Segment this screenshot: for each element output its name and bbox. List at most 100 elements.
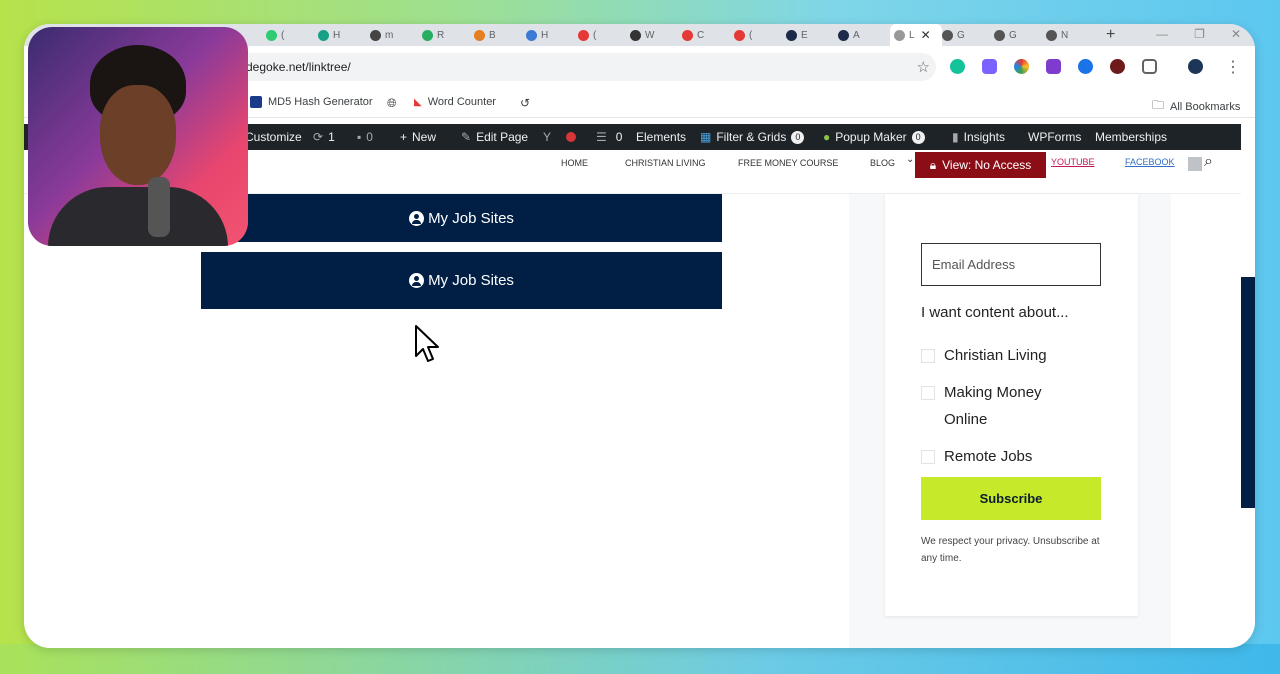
- my-job-sites-button-2[interactable]: My Job Sites: [201, 252, 722, 309]
- option-christian-living[interactable]: Christian Living: [921, 346, 1047, 369]
- nav-blog[interactable]: BLOG: [870, 158, 895, 168]
- extension-s-icon[interactable]: [1046, 59, 1061, 74]
- browser-tab[interactable]: (: [578, 26, 630, 44]
- window-controls: — ❐ ✕: [1156, 27, 1241, 41]
- tab-title: E: [801, 29, 808, 41]
- email-field[interactable]: [921, 243, 1101, 286]
- browser-tab[interactable]: W: [630, 26, 682, 44]
- admin-popup-maker[interactable]: ● Popup Maker 0: [823, 130, 925, 144]
- minimize-icon[interactable]: —: [1156, 27, 1168, 41]
- admin-updates[interactable]: ⟳ 1: [313, 130, 335, 144]
- bookmark-globe[interactable]: 🌐︎: [387, 96, 397, 111]
- tab-favicon-icon: [526, 29, 537, 41]
- tab-title: H: [541, 29, 549, 41]
- admin-new[interactable]: + New: [400, 130, 436, 144]
- nav-free-money-course[interactable]: FREE MONEY COURSE: [738, 158, 838, 168]
- webcam-person-face: [100, 85, 176, 185]
- side-panel-edge: [1241, 277, 1255, 508]
- history-icon: ↺: [520, 96, 531, 110]
- all-bookmarks[interactable]: 🗀︎ All Bookmarks: [1152, 96, 1240, 117]
- option-making-money-online[interactable]: Making Money Online: [921, 383, 1042, 433]
- bookmark-md5[interactable]: MD5 Hash Generator: [250, 96, 373, 108]
- browser-tab[interactable]: E: [786, 26, 838, 44]
- browser-menu-icon[interactable]: ⋮: [1225, 57, 1241, 77]
- new-tab-button[interactable]: +: [1106, 26, 1115, 44]
- mouse-cursor-icon: [415, 325, 439, 362]
- checkbox[interactable]: [921, 450, 935, 464]
- tab-title: W: [645, 29, 655, 41]
- checkbox[interactable]: [921, 349, 935, 363]
- admin-filter-grids[interactable]: ▦ Filter & Grids 0: [700, 130, 805, 144]
- extensions-puzzle-icon[interactable]: [1142, 59, 1157, 74]
- tab-title: (: [749, 29, 753, 41]
- grammarly-icon[interactable]: [950, 59, 965, 74]
- admin-elements[interactable]: Elements: [636, 130, 686, 144]
- browser-tab[interactable]: m: [370, 26, 422, 44]
- browser-tab[interactable]: B: [474, 26, 526, 44]
- tab-favicon-icon: [630, 29, 641, 41]
- browser-tab[interactable]: A: [838, 26, 890, 44]
- browser-tab[interactable]: H: [526, 26, 578, 44]
- option-remote-jobs[interactable]: Remote Jobs: [921, 447, 1032, 470]
- nav-youtube[interactable]: YOUTUBE: [1051, 157, 1095, 167]
- nav-home[interactable]: HOME: [561, 158, 588, 168]
- tab-title: N: [1061, 29, 1069, 41]
- admin-elements-count[interactable]: ☰ 0: [596, 130, 622, 144]
- user-circle-icon: [409, 210, 425, 226]
- tab-title: (: [593, 29, 597, 41]
- md5-icon: [250, 96, 262, 108]
- browser-tab[interactable]: L ✕: [890, 24, 942, 46]
- color-picker-icon[interactable]: [1014, 59, 1029, 74]
- close-tab-icon[interactable]: ✕: [921, 28, 931, 42]
- maximize-icon[interactable]: ❐: [1194, 27, 1205, 41]
- admin-memberships[interactable]: Memberships: [1095, 130, 1167, 144]
- chevron-down-icon[interactable]: ⌄: [906, 154, 914, 165]
- popup-maker-icon: ●: [823, 130, 831, 144]
- admin-wpforms[interactable]: WPForms: [1028, 130, 1081, 144]
- yoast-icon: Y: [543, 130, 552, 144]
- bookmark-star-icon[interactable]: ☆: [917, 58, 930, 76]
- updates-icon: ⟳: [313, 130, 324, 144]
- tab-title: G: [1009, 29, 1017, 41]
- browser-tab[interactable]: (: [734, 26, 786, 44]
- tab-favicon-icon: [1046, 29, 1057, 41]
- user-avatar: [1188, 157, 1202, 171]
- browser-tab[interactable]: H: [318, 26, 370, 44]
- browser-tab[interactable]: N: [1046, 26, 1098, 44]
- search-icon[interactable]: ⌕: [1204, 153, 1213, 171]
- browser-tab[interactable]: R: [422, 26, 474, 44]
- user-circle-icon: [409, 273, 425, 288]
- extension-q-icon[interactable]: [1078, 59, 1093, 74]
- view-no-access-button[interactable]: 🔒︎ View: No Access: [915, 152, 1046, 178]
- extension-icons: [950, 59, 1203, 74]
- my-job-sites-button-1[interactable]: My Job Sites: [201, 194, 722, 242]
- browser-tab[interactable]: G: [994, 26, 1046, 44]
- tab-title: L: [909, 29, 915, 41]
- tab-favicon-icon: [422, 29, 433, 41]
- admin-insights[interactable]: ▮ Insights: [952, 130, 1005, 144]
- tab-favicon-icon: [786, 29, 797, 41]
- grid-icon: ▦: [700, 130, 712, 144]
- admin-customize[interactable]: Customize: [245, 130, 302, 144]
- url-text[interactable]: degoke.net/linktree/: [246, 60, 351, 74]
- admin-edit-page[interactable]: ✎ Edit Page: [461, 130, 528, 144]
- yoast-seo[interactable]: Y: [543, 130, 577, 144]
- bookmark-word-counter[interactable]: ◣ Word Counter: [414, 96, 496, 108]
- bookmark-history[interactable]: ↺: [520, 96, 530, 110]
- subscribe-button[interactable]: Subscribe: [921, 477, 1101, 520]
- close-window-icon[interactable]: ✕: [1231, 27, 1241, 41]
- nav-facebook[interactable]: FACEBOOK: [1125, 157, 1175, 167]
- admin-comments[interactable]: ▪ 0: [357, 130, 373, 144]
- content-preference-label: I want content about...: [921, 304, 1069, 321]
- browser-tab[interactable]: (: [266, 26, 318, 44]
- extension-d-icon[interactable]: [982, 59, 997, 74]
- extension-red-icon[interactable]: [1110, 59, 1125, 74]
- bar-chart-icon: ▮: [952, 130, 959, 144]
- browser-tab[interactable]: G: [942, 26, 994, 44]
- browser-tab[interactable]: C: [682, 26, 734, 44]
- nav-christian-living[interactable]: CHRISTIAN LIVING: [625, 158, 706, 168]
- checkbox[interactable]: [921, 386, 935, 400]
- address-bar[interactable]: degoke.net/linktree/ ☆: [224, 53, 936, 81]
- subscribe-widget: I want content about... Christian Living…: [885, 194, 1138, 616]
- profile-avatar-icon[interactable]: [1188, 59, 1203, 74]
